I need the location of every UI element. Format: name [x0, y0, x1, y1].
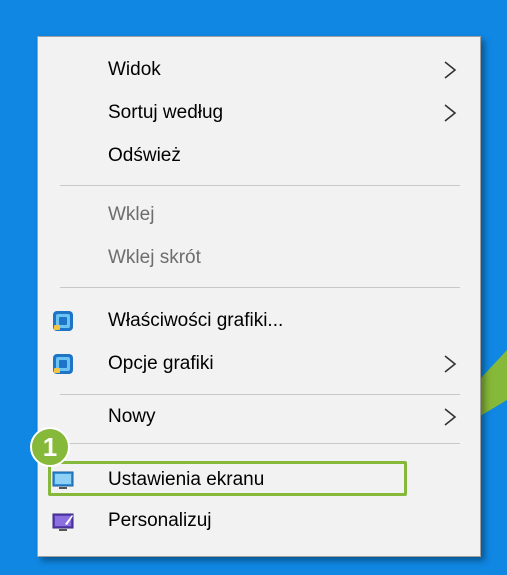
chevron-right-icon	[444, 408, 457, 426]
menu-item-label: Sortuj według	[108, 102, 224, 123]
menu-item-label: Opcje grafiki	[108, 353, 214, 374]
menu-item-new[interactable]: Nowy	[38, 398, 480, 436]
chevron-right-icon	[444, 104, 457, 122]
menu-item-label: Widok	[108, 59, 161, 80]
menu-item-view[interactable]: Widok	[38, 51, 480, 89]
menu-item-paste-shortcut: Wklej skrót	[38, 239, 480, 277]
menu-separator	[60, 185, 460, 186]
chevron-right-icon	[444, 355, 457, 373]
menu-item-graphics-properties[interactable]: Właściwości grafiki...	[38, 302, 480, 340]
menu-item-graphics-options[interactable]: Opcje grafiki	[38, 345, 480, 383]
menu-item-label: Właściwości grafiki...	[108, 310, 284, 331]
menu-separator	[60, 394, 460, 395]
menu-separator	[60, 443, 460, 444]
menu-item-label: Nowy	[108, 406, 156, 427]
menu-item-label: Personalizuj	[108, 510, 212, 531]
menu-item-label: Odśwież	[108, 145, 181, 166]
menu-item-sort-by[interactable]: Sortuj według	[38, 94, 480, 132]
menu-item-refresh[interactable]: Odśwież	[38, 137, 480, 175]
intel-graphics-icon	[53, 354, 73, 374]
chevron-right-icon	[444, 61, 457, 79]
menu-item-label: Wklej	[108, 204, 155, 225]
menu-item-label: Wklej skrót	[108, 247, 201, 268]
menu-separator	[60, 287, 460, 288]
menu-item-paste: Wklej	[38, 196, 480, 234]
intel-graphics-icon	[53, 311, 73, 331]
highlight-frame	[48, 461, 407, 496]
menu-item-personalize[interactable]: Personalizuj	[38, 502, 480, 540]
step-badge: 1	[30, 427, 70, 467]
personalize-icon	[52, 513, 74, 531]
